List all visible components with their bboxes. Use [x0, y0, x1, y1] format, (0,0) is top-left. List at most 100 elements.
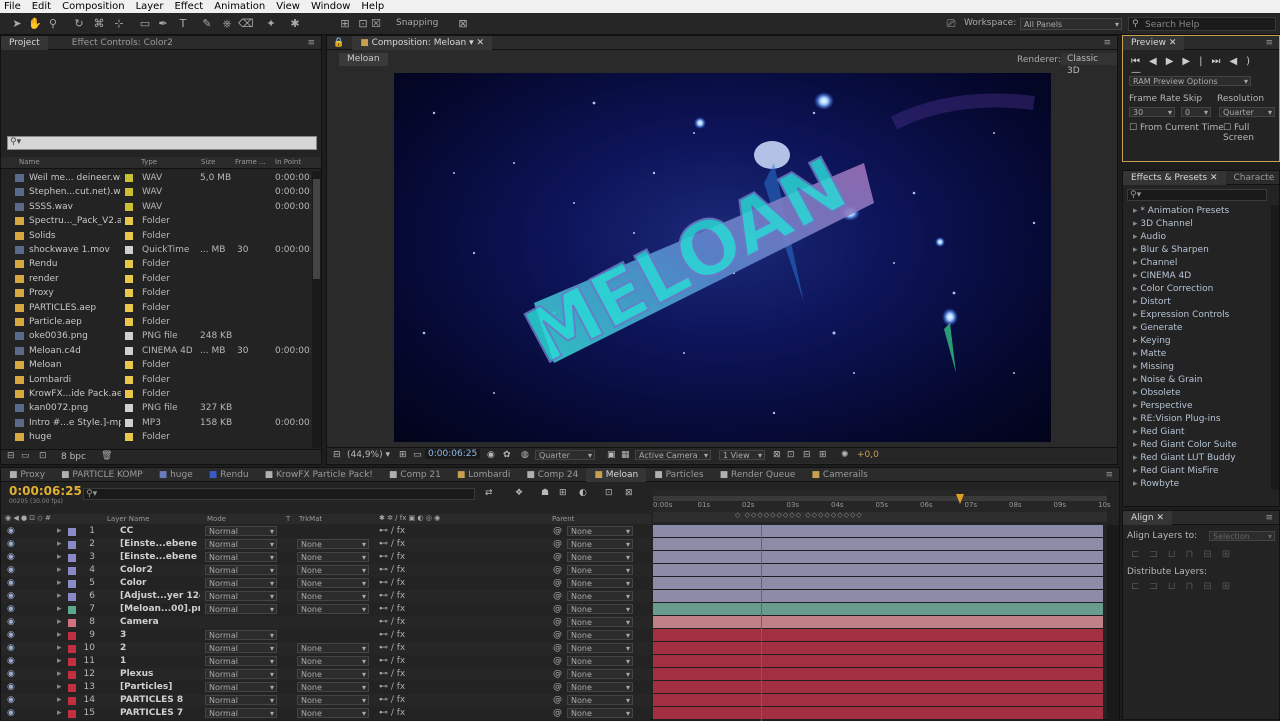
project-col-0[interactable]: Name	[19, 158, 40, 166]
effects-scrollbar[interactable]	[1271, 205, 1279, 490]
project-item[interactable]: Spectru..._Pack_V2.aepFolder	[1, 214, 311, 228]
parent-pickwhip-icon[interactable]: @	[553, 642, 562, 655]
layer-mode-dropdown[interactable]: Normal	[205, 643, 277, 653]
layer-mode-dropdown[interactable]: Normal	[205, 591, 277, 601]
layer-label-color[interactable]	[68, 632, 76, 640]
tab-project[interactable]: Project	[1, 36, 48, 50]
visibility-eye-icon[interactable]: ◉	[7, 564, 15, 577]
zoom-tool-icon[interactable]: ⚲	[46, 17, 60, 31]
menu-edit[interactable]: Edit	[32, 1, 51, 12]
visibility-eye-icon[interactable]: ◉	[7, 525, 15, 538]
label-color-swatch[interactable]	[125, 289, 133, 297]
comp-breadcrumb[interactable]: Meloan	[339, 53, 388, 66]
parent-pickwhip-icon[interactable]: @	[553, 707, 562, 720]
layer-trkmat-dropdown[interactable]: None	[297, 682, 369, 692]
project-item[interactable]: shockwave 1.movQuickTime... MB300:00:00:…	[1, 243, 311, 257]
axis-mode-icon[interactable]: ⊞	[338, 17, 352, 31]
timeline-tab[interactable]: ■ Meloan	[586, 468, 646, 482]
layer-name[interactable]: 1	[120, 655, 200, 668]
timeline-tab[interactable]: ■ Lombardi	[449, 468, 519, 482]
layer-duration-bar[interactable]	[653, 603, 1103, 616]
visibility-eye-icon[interactable]: ◉	[7, 551, 15, 564]
layer-switches[interactable]: ⊷ / fx	[379, 577, 405, 590]
menu-help[interactable]: Help	[361, 1, 384, 12]
timeline-search-input[interactable]: ⚲▾	[83, 488, 475, 500]
layer-name[interactable]: Plexus	[120, 668, 200, 681]
menu-animation[interactable]: Animation	[214, 1, 265, 12]
layer-switches[interactable]: ⊷ / fx	[379, 707, 405, 720]
project-item[interactable]: Stephen...cut.net).wavWAV0:00:00:0	[1, 185, 311, 199]
layer-label-color[interactable]	[68, 710, 76, 718]
expand-arrow-icon[interactable]: ▸	[57, 707, 62, 720]
layer-name[interactable]: PARTICLES 8	[120, 694, 200, 707]
timeline-tab[interactable]: ■ KrowFX Particle Pack!	[257, 468, 381, 482]
layer-name[interactable]: CC	[120, 525, 200, 538]
effects-category[interactable]: Obsolete	[1133, 387, 1181, 400]
panel-menu-icon[interactable]: ≡	[1103, 38, 1111, 48]
tab-composition-meloan[interactable]: ■ Composition: Meloan ▾ ✕	[352, 36, 492, 50]
layer-row[interactable]: ◉▸111NormalNone⊷ / fx@None	[1, 655, 651, 668]
label-color-swatch[interactable]	[125, 376, 133, 384]
audio-icon[interactable]: ◀)	[1229, 56, 1259, 67]
effects-category[interactable]: 3D Channel	[1133, 218, 1193, 231]
last-frame-icon[interactable]: ⏭	[1211, 56, 1229, 67]
effects-category[interactable]: Rowbyte	[1133, 478, 1179, 491]
menu-effect[interactable]: Effect	[174, 1, 203, 12]
visibility-eye-icon[interactable]: ◉	[7, 629, 15, 642]
visibility-eye-icon[interactable]: ◉	[7, 577, 15, 590]
project-item[interactable]: RenduFolder	[1, 257, 311, 271]
layer-row[interactable]: ◉▸14PARTICLES 8NormalNone⊷ / fx@None	[1, 694, 651, 707]
expand-arrow-icon[interactable]: ▸	[57, 616, 62, 629]
brainstorm-icon[interactable]: ⊠	[625, 488, 633, 498]
parent-pickwhip-icon[interactable]: @	[553, 655, 562, 668]
renderer-value[interactable]: Classic 3D	[1061, 53, 1117, 65]
layer-duration-bar[interactable]	[653, 551, 1103, 564]
layer-name[interactable]: Camera	[120, 616, 200, 629]
rotate-tool-icon[interactable]: ↻	[72, 17, 86, 31]
snapshot-icon[interactable]: ◉	[487, 450, 495, 460]
camera-dropdown[interactable]: Active Camera	[635, 450, 711, 460]
expand-arrow-icon[interactable]: ▸	[57, 668, 62, 681]
label-color-swatch[interactable]	[125, 203, 133, 211]
layer-duration-bar[interactable]	[653, 564, 1103, 577]
menu-composition[interactable]: Composition	[62, 1, 124, 12]
layer-parent-dropdown[interactable]: None	[567, 578, 633, 588]
timeline-tab[interactable]: ■ Proxy	[1, 468, 53, 482]
expand-arrow-icon[interactable]: ▸	[57, 525, 62, 538]
layer-switches[interactable]: ⊷ / fx	[379, 629, 405, 642]
expand-arrow-icon[interactable]: ▸	[57, 590, 62, 603]
timeline-scrollbar[interactable]	[1107, 525, 1119, 721]
label-color-swatch[interactable]	[125, 433, 133, 441]
tab-preview[interactable]: Preview ✕	[1123, 36, 1184, 50]
layer-label-color[interactable]	[68, 684, 76, 692]
layer-switches[interactable]: ⊷ / fx	[379, 655, 405, 668]
layer-row[interactable]: ◉▸6[Adjust...yer 124]NormalNone⊷ / fx@No…	[1, 590, 651, 603]
timeline-tab[interactable]: ■ Render Queue	[712, 468, 804, 482]
parent-pickwhip-icon[interactable]: @	[553, 668, 562, 681]
layer-trkmat-dropdown[interactable]: None	[297, 643, 369, 653]
label-color-swatch[interactable]	[125, 419, 133, 427]
time-ruler[interactable]: 0:00s01s02s03s04s05s06s07s08s09s10s	[653, 490, 1107, 512]
visibility-eye-icon[interactable]: ◉	[7, 603, 15, 616]
layer-mode-dropdown[interactable]: Normal	[205, 656, 277, 666]
layer-duration-bar[interactable]	[653, 525, 1103, 538]
expand-arrow-icon[interactable]: ▸	[57, 603, 62, 616]
channel-icon[interactable]: ◍	[521, 450, 529, 460]
label-color-swatch[interactable]	[125, 174, 133, 182]
comp-mini-flowchart-icon[interactable]: ⇄	[485, 488, 493, 498]
layer-name[interactable]: [Einste...ebene 2]	[120, 551, 200, 564]
exposure-icon[interactable]: ✺	[841, 450, 849, 460]
project-item[interactable]: kan0072.pngPNG file327 KB	[1, 401, 311, 415]
panel-menu-icon[interactable]: ≡	[307, 38, 315, 48]
effects-category[interactable]: Red Giant MisFire	[1133, 465, 1218, 478]
draft-3d-icon[interactable]: ❖	[515, 488, 523, 498]
layer-name[interactable]: [Particles]	[120, 681, 200, 694]
label-color-swatch[interactable]	[125, 260, 133, 268]
layer-mode-dropdown[interactable]: Normal	[205, 682, 277, 692]
layer-switches[interactable]: ⊷ / fx	[379, 668, 405, 681]
brush-tool-icon[interactable]: ✎	[200, 17, 214, 31]
layer-parent-dropdown[interactable]: None	[567, 669, 633, 679]
project-item[interactable]: KrowFX...ide Pack.aepFolder	[1, 387, 311, 401]
mask-visibility-icon[interactable]: ▭	[413, 450, 422, 460]
layer-switches[interactable]: ⊷ / fx	[379, 616, 405, 629]
